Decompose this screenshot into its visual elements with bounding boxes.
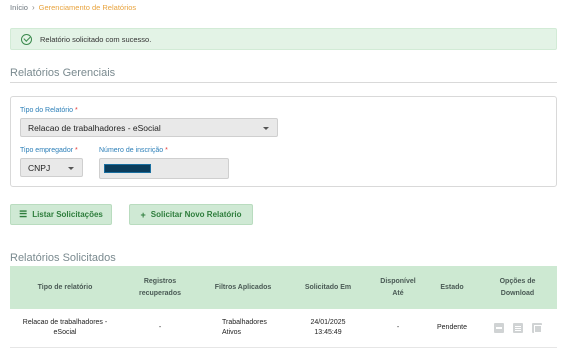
header-opcoes: Opções de Download: [499, 277, 536, 297]
tipo-relatorio-select[interactable]: Relacao de trabalhadores - eSocial: [20, 118, 278, 137]
check-circle-icon: [21, 33, 32, 45]
breadcrumb-home-link[interactable]: Início: [10, 3, 28, 12]
numero-inscricao-label: Número de inscrição *: [99, 147, 168, 154]
solicitar-novo-relatorio-button[interactable]: + Solicitar Novo Relatório: [129, 204, 253, 225]
tipo-empregador-value: CNPJ: [28, 162, 51, 173]
tipo-relatorio-value: Relacao de trabalhadores - eSocial: [28, 122, 161, 133]
cell-solicitado: 24/01/2025 13:45:49: [310, 319, 346, 336]
cell-filtros: Trabalhadores Ativos: [222, 319, 267, 336]
chevron-down-icon: [68, 166, 74, 170]
alert-message: Relatório solicitado com sucesso.: [40, 34, 152, 44]
table-header: Tipo de relatório Registros recuperados F…: [10, 266, 557, 309]
list-icon: ☰: [19, 209, 28, 219]
listar-solicitacoes-label: Listar Solicitações: [32, 210, 103, 219]
cell-disponivel: -: [396, 324, 400, 331]
plus-icon: +: [140, 209, 146, 220]
cell-estado: Pendente: [437, 324, 467, 331]
section-divider: [10, 82, 557, 83]
header-solicitado: Solicitado Em: [304, 283, 352, 291]
section-title-relatorios-gerenciais: Relatórios Gerenciais: [10, 67, 116, 79]
header-filtros: Filtros Aplicados: [214, 283, 272, 291]
numero-inscricao-input[interactable]: [99, 158, 229, 179]
pdf-download-icon[interactable]: [493, 323, 504, 333]
tipo-relatorio-label: Tipo do Relatório *: [20, 107, 78, 114]
tipo-empregador-label: Tipo empregador *: [20, 147, 78, 154]
header-tipo: Tipo de relatório: [37, 283, 93, 291]
breadcrumb-current[interactable]: Gerenciamento de Relatórios: [39, 3, 137, 12]
header-registros: Registros recuperados: [138, 277, 182, 297]
header-disponivel: Disponível Até: [380, 277, 416, 297]
document-download-icon[interactable]: [512, 323, 523, 333]
chevron-down-icon: [263, 126, 269, 130]
redacted-value: [104, 164, 151, 173]
reports-table: Tipo de relatório Registros recuperados F…: [10, 266, 557, 348]
spreadsheet-download-icon[interactable]: [531, 323, 542, 333]
tipo-empregador-select[interactable]: CNPJ: [20, 158, 83, 177]
success-alert: Relatório solicitado com sucesso.: [10, 28, 557, 50]
breadcrumb: Início › Gerenciamento de Relatórios: [10, 3, 136, 12]
solicitar-novo-relatorio-label: Solicitar Novo Relatório: [150, 210, 242, 219]
section-title-relatorios-solicitados: Relatórios Solicitados: [10, 252, 116, 264]
cell-tipo: Relacao de trabalhadores - eSocial: [22, 319, 108, 336]
table-row: Relacao de trabalhadores - eSocial - Trab…: [10, 309, 557, 348]
header-estado: Estado: [440, 283, 464, 291]
cell-opcoes: [478, 323, 557, 333]
report-form-card: Tipo do Relatório * Relacao de trabalhad…: [10, 96, 557, 187]
listar-solicitacoes-button[interactable]: ☰ Listar Solicitações: [10, 204, 112, 225]
cell-registros: -: [158, 324, 162, 331]
breadcrumb-separator: ›: [31, 3, 35, 12]
